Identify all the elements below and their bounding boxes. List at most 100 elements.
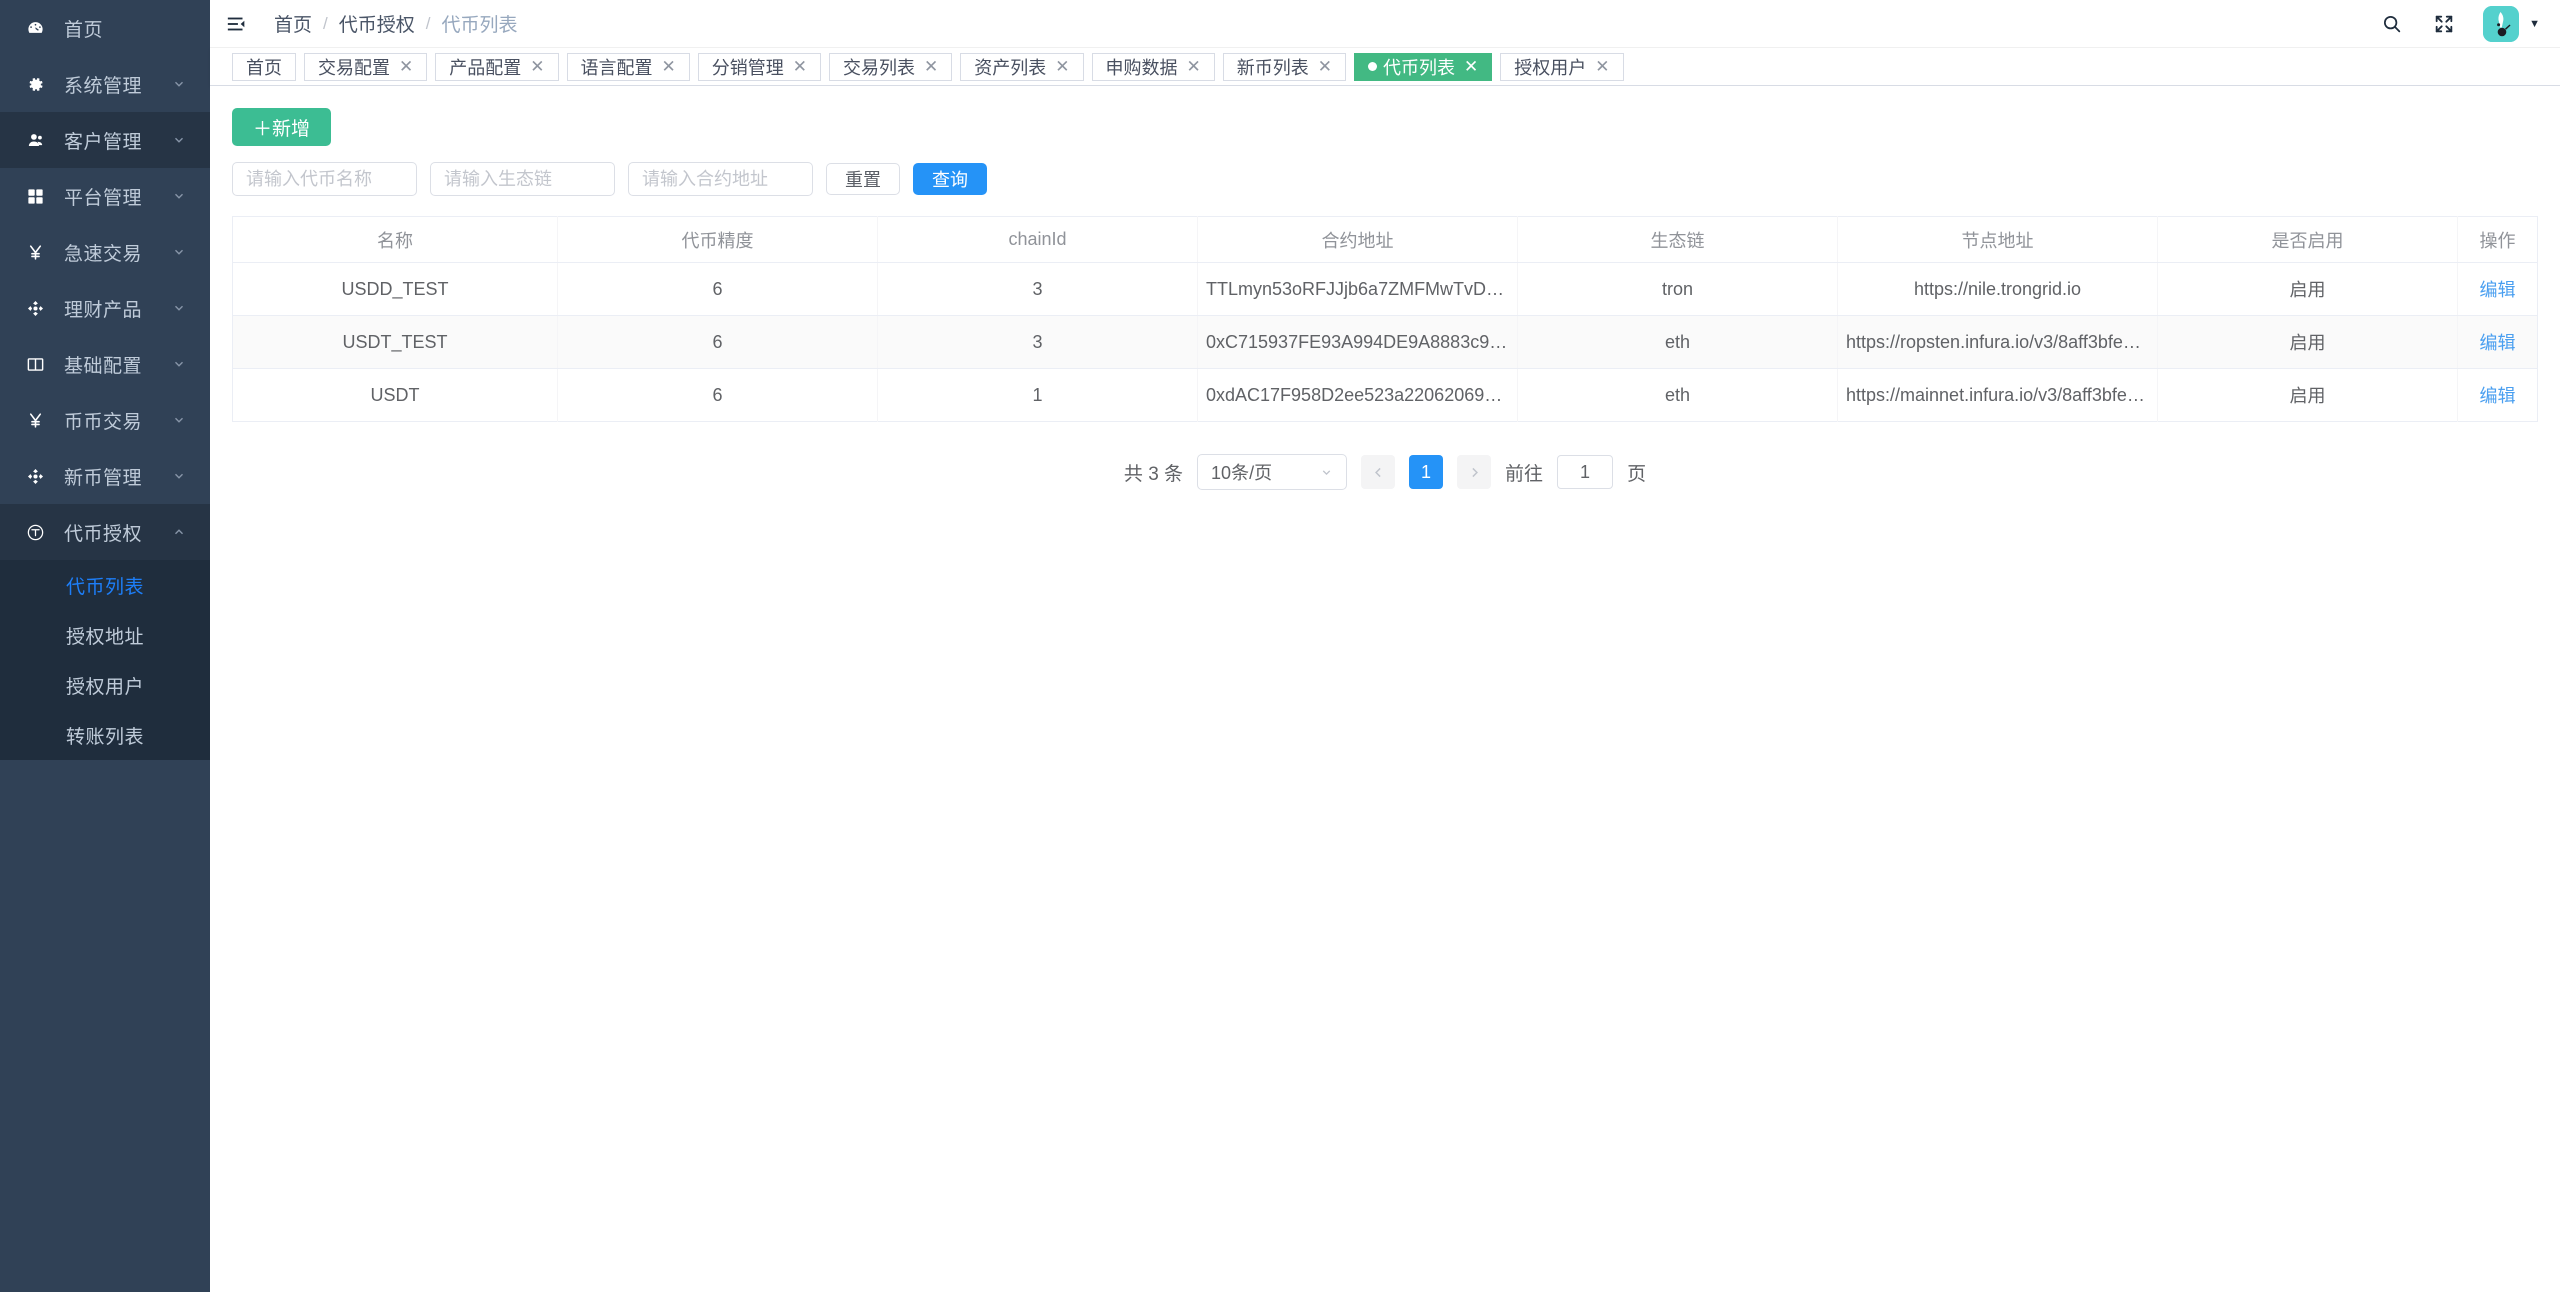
- sidebar-item-coin-trade[interactable]: 币币交易: [0, 392, 210, 448]
- sidebar-item-system[interactable]: 系统管理: [0, 56, 210, 112]
- page-number-1[interactable]: 1: [1409, 455, 1443, 489]
- close-icon[interactable]: ✕: [1318, 58, 1332, 75]
- jump-page-input[interactable]: [1557, 455, 1613, 489]
- table-row[interactable]: USDT_TEST 6 3 0xC715937FE93A994DE9A8883c…: [233, 316, 2538, 369]
- sidebar-item-label: 代币授权: [64, 519, 170, 546]
- tab-trade-list[interactable]: 交易列表 ✕: [829, 53, 952, 81]
- cell-enabled: 启用: [2158, 369, 2458, 422]
- search-icon[interactable]: [2379, 11, 2405, 37]
- column-header-name: 名称: [233, 217, 558, 263]
- close-icon[interactable]: ✕: [662, 58, 676, 75]
- table-row[interactable]: USDT 6 1 0xdAC17F958D2ee523a220620699459…: [233, 369, 2538, 422]
- tab-label: 产品配置: [449, 54, 521, 80]
- breadcrumb-item-token-auth[interactable]: 代币授权: [339, 10, 415, 37]
- table-header-row: 名称 代币精度 chainId 合约地址 生态链 节点地址 是否启用 操作: [233, 217, 2538, 263]
- close-icon[interactable]: ✕: [399, 58, 413, 75]
- sidebar-item-new-coin[interactable]: 新币管理: [0, 448, 210, 504]
- sidebar-item-auth-user[interactable]: 授权用户: [0, 660, 210, 710]
- jump-unit: 页: [1627, 459, 1646, 486]
- token-name-input[interactable]: [232, 162, 417, 196]
- sidebar-item-auth-address[interactable]: 授权地址: [0, 610, 210, 660]
- tab-language-config[interactable]: 语言配置 ✕: [567, 53, 690, 81]
- edit-link[interactable]: 编辑: [2480, 333, 2516, 353]
- cell-ecology: tron: [1518, 263, 1838, 316]
- coin-icon: [22, 463, 48, 489]
- close-icon[interactable]: ✕: [924, 58, 938, 75]
- cell-name: USDT_TEST: [233, 316, 558, 369]
- yen-icon: [22, 407, 48, 433]
- tab-label: 交易配置: [318, 54, 390, 80]
- fullscreen-icon[interactable]: [2431, 11, 2457, 37]
- user-icon: [22, 127, 48, 153]
- tabs-bar: 首页 交易配置 ✕ 产品配置 ✕ 语言配置 ✕ 分销管理 ✕: [210, 48, 2560, 86]
- prev-page-button[interactable]: [1361, 455, 1395, 489]
- avatar: [2483, 6, 2519, 42]
- tab-label: 交易列表: [843, 54, 915, 80]
- tab-new-coin-list[interactable]: 新币列表 ✕: [1223, 53, 1346, 81]
- sidebar-item-base-config[interactable]: 基础配置: [0, 336, 210, 392]
- sidebar-item-token-auth[interactable]: 代币授权: [0, 504, 210, 560]
- chevron-down-icon: [170, 131, 188, 149]
- hamburger-collapse-icon[interactable]: [224, 11, 250, 37]
- tab-subscription-data[interactable]: 申购数据 ✕: [1092, 53, 1215, 81]
- close-icon[interactable]: ✕: [530, 58, 544, 75]
- chevron-down-icon: [170, 467, 188, 485]
- search-button[interactable]: 查询: [913, 163, 987, 195]
- sidebar-item-fast-trade[interactable]: 急速交易: [0, 224, 210, 280]
- navbar-right-actions: ▼: [2379, 6, 2540, 42]
- sidebar-item-customer[interactable]: 客户管理: [0, 112, 210, 168]
- tab-label: 资产列表: [974, 54, 1046, 80]
- cell-decimals: 6: [558, 263, 878, 316]
- add-button[interactable]: ＋新增: [232, 108, 331, 146]
- tab-home[interactable]: 首页: [232, 53, 296, 81]
- breadcrumb-item-home[interactable]: 首页: [274, 10, 312, 37]
- pagination: 共 3 条 10条/页 1 前往 页: [232, 454, 2538, 490]
- cell-chainid: 1: [878, 369, 1198, 422]
- user-menu[interactable]: ▼: [2483, 6, 2540, 42]
- tab-distribution[interactable]: 分销管理 ✕: [698, 53, 821, 81]
- close-icon[interactable]: ✕: [1055, 58, 1069, 75]
- tab-token-list[interactable]: 代币列表 ✕: [1354, 53, 1492, 81]
- column-header-ecology: 生态链: [1518, 217, 1838, 263]
- pagination-total: 共 3 条: [1124, 459, 1183, 486]
- chevron-down-icon: [170, 355, 188, 373]
- cell-decimals: 6: [558, 316, 878, 369]
- sidebar-submenu-token-auth: 代币列表 授权地址 授权用户 转账列表: [0, 560, 210, 760]
- cell-chainid: 3: [878, 263, 1198, 316]
- contract-address-input[interactable]: [628, 162, 813, 196]
- close-icon[interactable]: ✕: [1187, 58, 1201, 75]
- chevron-up-icon: [170, 523, 188, 541]
- sidebar-item-label: 急速交易: [64, 239, 170, 266]
- tab-product-config[interactable]: 产品配置 ✕: [435, 53, 558, 81]
- column-header-enabled: 是否启用: [2158, 217, 2458, 263]
- edit-link[interactable]: 编辑: [2480, 386, 2516, 406]
- sidebar-item-token-list[interactable]: 代币列表: [0, 560, 210, 610]
- reset-button[interactable]: 重置: [826, 163, 900, 195]
- chevron-down-icon: [170, 75, 188, 93]
- sidebar-item-platform[interactable]: 平台管理: [0, 168, 210, 224]
- chevron-down-icon: [170, 299, 188, 317]
- tab-asset-list[interactable]: 资产列表 ✕: [960, 53, 1083, 81]
- token-icon: [22, 519, 48, 545]
- tab-trade-config[interactable]: 交易配置 ✕: [304, 53, 427, 81]
- token-table: 名称 代币精度 chainId 合约地址 生态链 节点地址 是否启用 操作 US…: [232, 216, 2538, 422]
- tab-auth-user[interactable]: 授权用户 ✕: [1500, 53, 1623, 81]
- tab-label: 首页: [246, 54, 282, 80]
- next-page-button[interactable]: [1457, 455, 1491, 489]
- breadcrumb: 首页 / 代币授权 / 代币列表: [274, 10, 518, 37]
- cell-contract: 0xC715937FE93A994DE9A8883c9E1A871d...: [1198, 316, 1518, 369]
- close-icon[interactable]: ✕: [1464, 58, 1478, 75]
- breadcrumb-separator: /: [426, 14, 431, 34]
- edit-link[interactable]: 编辑: [2480, 280, 2516, 300]
- sidebar-item-finance-product[interactable]: 理财产品: [0, 280, 210, 336]
- sidebar-item-home[interactable]: 首页: [0, 0, 210, 56]
- tab-label: 代币列表: [1383, 54, 1455, 80]
- ecology-chain-input[interactable]: [430, 162, 615, 196]
- sidebar-item-label: 基础配置: [64, 351, 170, 378]
- close-icon[interactable]: ✕: [793, 58, 807, 75]
- close-icon[interactable]: ✕: [1595, 58, 1609, 75]
- sidebar-item-transfer-list[interactable]: 转账列表: [0, 710, 210, 760]
- page-size-select[interactable]: 10条/页: [1197, 454, 1347, 490]
- breadcrumb-separator: /: [323, 14, 328, 34]
- table-row[interactable]: USDD_TEST 6 3 TTLmyn53oRFJJjb6a7ZMFMwTvD…: [233, 263, 2538, 316]
